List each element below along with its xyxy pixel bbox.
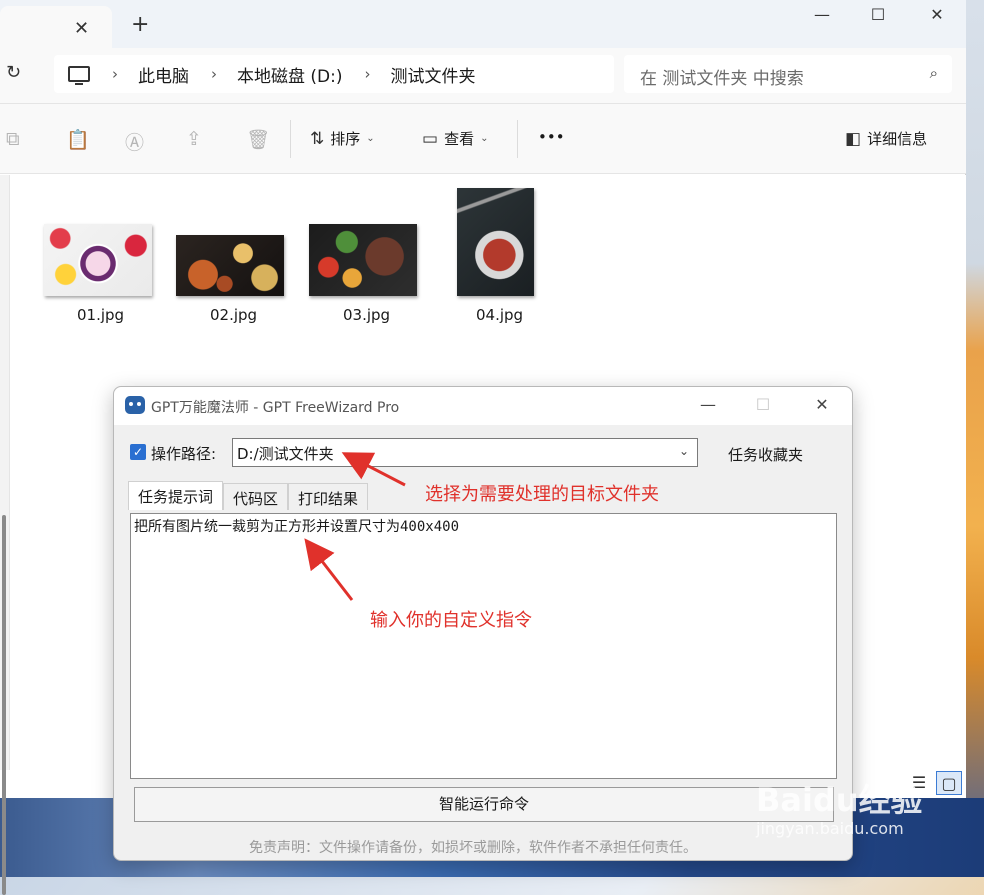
computer-icon (68, 66, 90, 85)
chevron-down-icon: ⌄ (366, 133, 375, 144)
sort-button[interactable]: ⇅ 排序 ⌄ (310, 128, 375, 149)
dialog-close-button[interactable]: ✕ (807, 395, 837, 414)
paste-icon[interactable]: 📋 (66, 128, 90, 151)
dialog-title: GPT万能魔法师 - GPT FreeWizard Pro (151, 400, 400, 416)
details-label: 详细信息 (867, 130, 928, 148)
breadcrumb-item-test-folder[interactable]: 测试文件夹 (391, 62, 476, 87)
delete-icon[interactable]: 🗑 (246, 128, 270, 151)
thumbnail-02[interactable] (176, 235, 284, 296)
chevron-down-icon: ⌄ (678, 444, 689, 458)
breadcrumb-separator: › (364, 65, 371, 83)
path-label: 操作路径: (151, 445, 217, 463)
file-name[interactable]: 03.jpg (343, 306, 390, 324)
tab-close-icon[interactable]: ✕ (74, 18, 89, 39)
watermark-logo: Baidu经验 (756, 781, 923, 819)
breadcrumb-separator: › (211, 65, 217, 83)
thumbnail-03[interactable] (309, 224, 417, 296)
breadcrumb-item-drive-d[interactable]: 本地磁盘 (D:) (237, 62, 343, 87)
minimize-button[interactable]: — (799, 2, 845, 28)
dialog-tabs: 任务提示词 代码区 打印结果 (128, 481, 369, 510)
file-name[interactable]: 01.jpg (77, 306, 124, 324)
maximize-button[interactable]: ☐ (855, 2, 901, 28)
path-value: D:/测试文件夹 (237, 445, 334, 463)
breadcrumb-separator: › (112, 65, 118, 83)
rename-icon[interactable]: Ⓐ (125, 128, 144, 155)
breadcrumb-item-this-pc[interactable]: 此电脑 (138, 62, 189, 87)
chevron-down-icon: ⌄ (480, 133, 489, 144)
desktop-wallpaper (966, 0, 984, 877)
baidu-watermark: Baidu经验 jingyan.baidu.com (756, 775, 923, 838)
thumbnail-04[interactable] (457, 188, 534, 296)
favorites-button[interactable]: 任务收藏夹 (728, 444, 803, 465)
copy-icon[interactable]: ⧉ (6, 128, 20, 150)
tab-print-result[interactable]: 打印结果 (288, 483, 369, 510)
sort-icon: ⇅ (310, 128, 325, 149)
annotation-select-folder: 选择为需要处理的目标文件夹 (425, 484, 659, 505)
toolbar-divider (517, 120, 518, 158)
annotation-custom-command: 输入你的自定义指令 (370, 610, 532, 631)
thumbnail-view-icon[interactable]: ▢ (936, 771, 962, 795)
tab-prompt[interactable]: 任务提示词 (128, 481, 224, 510)
refresh-icon[interactable]: ↻ (6, 62, 21, 83)
dialog-titlebar: GPT万能魔法师 - GPT FreeWizard Pro — ☐ ✕ (114, 387, 852, 425)
nav-scrollbar[interactable] (2, 515, 6, 895)
run-command-button[interactable]: 智能运行命令 (134, 787, 834, 822)
disclaimer-text: 免责声明：文件操作请备份，如损坏或删除，软件作者不承担任何责任。 (249, 840, 697, 856)
path-checkbox[interactable]: ✓ (130, 444, 146, 460)
file-name[interactable]: 02.jpg (210, 306, 257, 324)
share-icon[interactable]: ⇪ (186, 128, 202, 150)
search-input[interactable]: 在 测试文件夹 中搜索 ⌕ (624, 55, 952, 93)
address-bar: ↻ › 此电脑 › 本地磁盘 (D:) › 测试文件夹 在 测试文件夹 中搜索 … (0, 48, 966, 104)
details-pane-icon: ◧ (845, 128, 862, 149)
search-icon: ⌕ (929, 64, 938, 82)
dialog-maximize-button: ☐ (755, 395, 771, 414)
new-tab-button[interactable]: + (131, 12, 149, 37)
view-button[interactable]: ▭ 查看 ⌄ (422, 128, 488, 149)
explorer-titlebar: ✕ + — ☐ ✕ (0, 0, 966, 48)
navigation-pane (0, 175, 10, 895)
path-dropdown[interactable]: D:/测试文件夹 ⌄ (232, 438, 698, 467)
thumbnail-01[interactable] (44, 224, 152, 296)
command-toolbar: ⧉ 📋 Ⓐ ⇪ 🗑 ⇅ 排序 ⌄ ▭ 查看 ⌄ ••• ◧ 详细信息 (0, 104, 966, 174)
details-button[interactable]: ◧ 详细信息 (845, 128, 927, 149)
app-logo-icon (125, 396, 145, 414)
sort-label: 排序 (330, 130, 361, 148)
tab-code[interactable]: 代码区 (223, 483, 289, 510)
dialog-minimize-button[interactable]: — (693, 395, 723, 414)
view-label: 查看 (444, 130, 475, 148)
more-options-button[interactable]: ••• (538, 128, 565, 146)
breadcrumb[interactable]: › 此电脑 › 本地磁盘 (D:) › 测试文件夹 (54, 55, 614, 93)
close-window-button[interactable]: ✕ (914, 2, 960, 28)
file-name[interactable]: 04.jpg (476, 306, 523, 324)
search-placeholder: 在 测试文件夹 中搜索 (640, 69, 804, 89)
watermark-url: jingyan.baidu.com (756, 819, 904, 838)
explorer-tab[interactable]: ✕ (0, 6, 112, 48)
toolbar-divider (290, 120, 291, 158)
prompt-text: 把所有图片统一裁剪为正方形并设置尺寸为400x400 (134, 519, 459, 535)
prompt-textarea[interactable]: 把所有图片统一裁剪为正方形并设置尺寸为400x400 (130, 513, 837, 779)
view-icon: ▭ (422, 128, 439, 149)
